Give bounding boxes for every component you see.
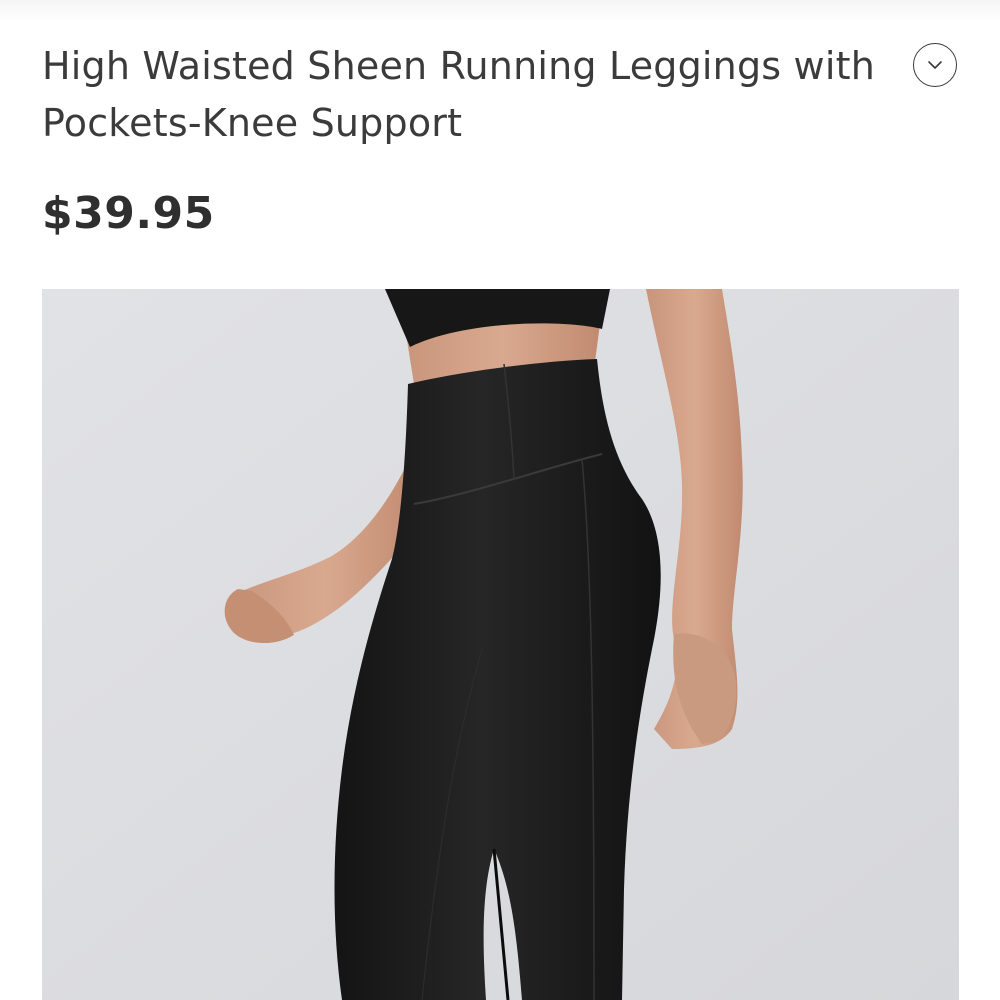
chevron-down-icon <box>928 61 942 69</box>
product-image[interactable] <box>42 289 959 1000</box>
product-photo-illustration <box>42 289 959 1000</box>
product-title: High Waisted Sheen Running Leggings with… <box>42 44 875 145</box>
product-price: $39.95 <box>42 188 215 239</box>
expand-details-button[interactable] <box>913 43 957 87</box>
top-bar-shadow <box>0 0 1000 22</box>
